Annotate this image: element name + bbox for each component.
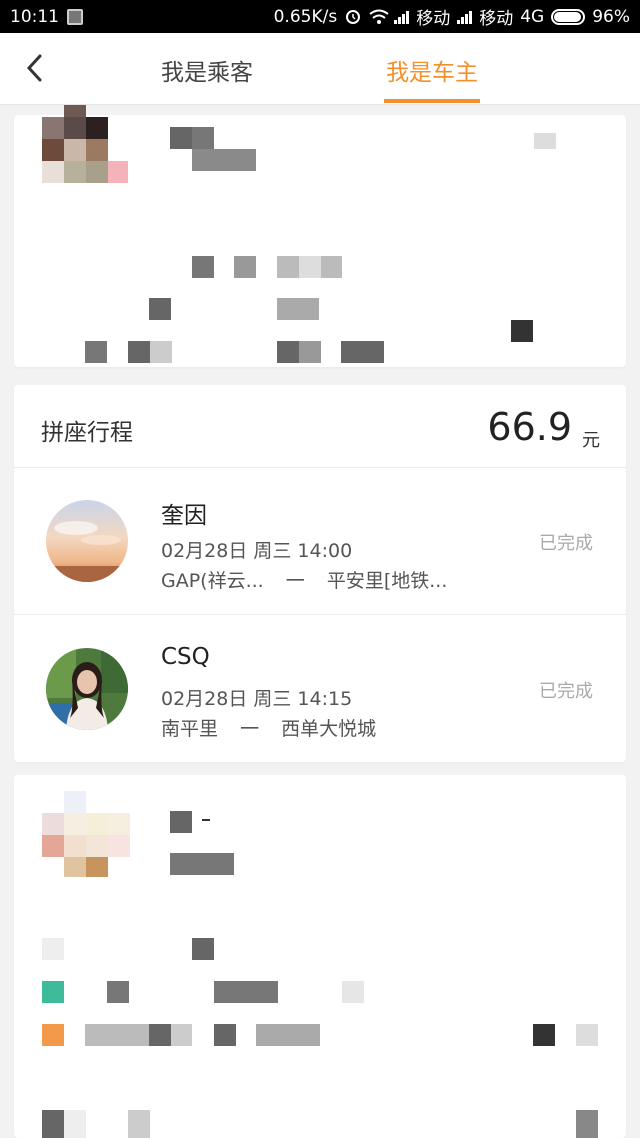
pixelated-mark: [511, 320, 533, 342]
pixelated-row-3: [42, 1002, 602, 1068]
pixelated-row-1: [42, 938, 242, 960]
trip-from: GAP(祥云...: [161, 570, 264, 592]
trip-route: 南平里 一 西单大悦城: [161, 714, 376, 741]
signal-icon-2: [457, 10, 473, 24]
tab-driver[interactable]: 我是车主: [386, 53, 478, 87]
passenger-avatar: [46, 500, 128, 582]
active-tab-indicator: [384, 99, 480, 103]
trip-time: 02月28日 周三 14:15: [161, 688, 353, 710]
pixelated-name: [170, 127, 260, 171]
back-arrow-icon[interactable]: [20, 53, 50, 83]
carrier-2: 移动: [479, 9, 514, 29]
pixelated-avatar: [42, 105, 128, 193]
passenger-avatar: [46, 648, 128, 730]
trip-card-obscured-bottom[interactable]: [14, 775, 626, 1138]
top-nav: 我是乘客 我是车主: [0, 33, 640, 105]
pixelated-row-2: [149, 298, 319, 320]
carrier-1: 移动: [416, 9, 451, 29]
trip-status: 已完成: [539, 681, 593, 702]
network-type: 4G: [520, 6, 545, 27]
carpool-trip-unit: 元: [582, 430, 600, 451]
trip-to: 平安里[地铁...: [326, 570, 448, 592]
carpool-trip-amount: 66.9: [487, 405, 572, 449]
trip-status: 已完成: [539, 533, 593, 554]
signal-icon: [394, 10, 410, 24]
battery-percent: 96%: [592, 6, 630, 27]
pixelated-avatar: [42, 791, 130, 877]
pixelated-row-1: [192, 256, 342, 278]
trip-card-obscured-top[interactable]: [14, 105, 626, 367]
pixelated-name: [170, 811, 240, 875]
trip-from: 南平里: [161, 718, 219, 740]
trip-time: 02月28日 周三 14:00: [161, 540, 353, 562]
route-arrow: 一: [240, 718, 260, 740]
passenger-name: CSQ: [161, 644, 210, 670]
wifi-icon: [369, 9, 389, 25]
route-arrow: 一: [285, 570, 305, 592]
alarm-icon: [344, 9, 362, 25]
pixelated-row-3: [85, 341, 385, 363]
pixelated-row-2: [42, 981, 372, 1003]
trip-route: GAP(祥云... 一 平安里[地铁...: [161, 566, 447, 593]
carpool-trip-title: 拼座行程: [41, 420, 133, 446]
status-bar: 10:11 0.65K/s 移动 移动 4G 96%: [0, 0, 640, 33]
carpool-trip-card[interactable]: 拼座行程 66.9 元 奎因 02月28日 周三 14:00 GAP(祥云...…: [14, 385, 626, 762]
trip-row[interactable]: 奎因 02月28日 周三 14:00 GAP(祥云... 一 平安里[地铁...…: [14, 468, 626, 615]
status-time: 10:11: [10, 6, 59, 27]
net-speed: 0.65K/s: [273, 6, 338, 27]
pixelated-badge: [534, 133, 556, 149]
battery-icon: [551, 8, 586, 25]
tab-passenger[interactable]: 我是乘客: [161, 53, 253, 87]
pixelated-row-4: [42, 1110, 602, 1138]
passenger-name: 奎因: [161, 503, 207, 529]
carpool-trip-header: 拼座行程 66.9 元: [14, 385, 626, 468]
trip-to: 西单大悦城: [281, 718, 377, 740]
notification-icon: [67, 8, 83, 25]
trip-row[interactable]: CSQ 02月28日 周三 14:15 南平里 一 西单大悦城 已完成: [14, 616, 626, 763]
